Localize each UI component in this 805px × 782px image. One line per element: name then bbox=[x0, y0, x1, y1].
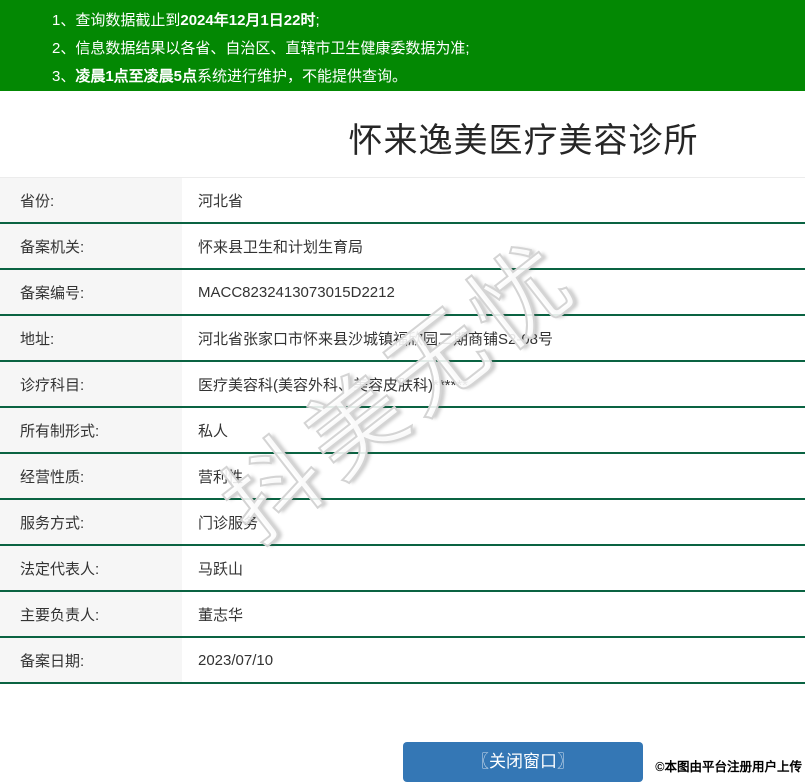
field-value: 河北省张家口市怀来县沙城镇福欣园二期商铺S2-08号 bbox=[182, 316, 805, 360]
table-row: 备案编号: MACC8232413073015D2212 bbox=[0, 270, 805, 316]
table-row: 省份: 河北省 bbox=[0, 178, 805, 224]
table-row: 服务方式: 门诊服务 bbox=[0, 500, 805, 546]
table-row: 诊疗科目: 医疗美容科(美容外科、美容皮肤科)****** bbox=[0, 362, 805, 408]
field-value: 河北省 bbox=[182, 178, 805, 222]
field-value: 董志华 bbox=[182, 592, 805, 636]
table-row: 所有制形式: 私人 bbox=[0, 408, 805, 454]
table-row: 经营性质: 营利性 bbox=[0, 454, 805, 500]
field-value: 马跃山 bbox=[182, 546, 805, 590]
field-label: 所有制形式: bbox=[0, 408, 182, 452]
notice-line: 2、信息数据结果以各省、自治区、直辖市卫生健康委数据为准; bbox=[52, 40, 470, 57]
field-value: 门诊服务 bbox=[182, 500, 805, 544]
table-row: 备案日期: 2023/07/10 bbox=[0, 638, 805, 684]
field-label: 备案日期: bbox=[0, 638, 182, 682]
field-label: 地址: bbox=[0, 316, 182, 360]
field-label: 备案机关: bbox=[0, 224, 182, 268]
field-value: 私人 bbox=[182, 408, 805, 452]
field-label: 主要负责人: bbox=[0, 592, 182, 636]
notice-banner: 1、查询数据截止到2024年12月1日22时; 2、信息数据结果以各省、自治区、… bbox=[0, 0, 805, 91]
table-row: 主要负责人: 董志华 bbox=[0, 592, 805, 638]
notice-line: 3、凌晨1点至凌晨5点系统进行维护，不能提供查询。 bbox=[52, 68, 408, 85]
field-value: MACC8232413073015D2212 bbox=[182, 270, 805, 314]
table-row: 法定代表人: 马跃山 bbox=[0, 546, 805, 592]
registration-table: 省份: 河北省 备案机关: 怀来县卫生和计划生育局 备案编号: MACC8232… bbox=[0, 177, 805, 684]
field-label: 省份: bbox=[0, 178, 182, 222]
upload-caption: ©本图由平台注册用户上传 bbox=[655, 760, 802, 774]
field-value: 2023/07/10 bbox=[182, 638, 805, 682]
field-label: 诊疗科目: bbox=[0, 362, 182, 406]
field-label: 法定代表人: bbox=[0, 546, 182, 590]
table-row: 备案机关: 怀来县卫生和计划生育局 bbox=[0, 224, 805, 270]
field-label: 经营性质: bbox=[0, 454, 182, 498]
close-window-button[interactable]: 〖关闭窗口〗 bbox=[403, 742, 643, 782]
field-label: 服务方式: bbox=[0, 500, 182, 544]
page-title: 怀来逸美医疗美容诊所 bbox=[348, 122, 699, 160]
field-label: 备案编号: bbox=[0, 270, 182, 314]
field-value: 怀来县卫生和计划生育局 bbox=[182, 224, 805, 268]
field-value: 医疗美容科(美容外科、美容皮肤科)****** bbox=[182, 362, 805, 406]
notice-line: 1、查询数据截止到2024年12月1日22时; bbox=[52, 12, 320, 29]
field-value: 营利性 bbox=[182, 454, 805, 498]
table-row: 地址: 河北省张家口市怀来县沙城镇福欣园二期商铺S2-08号 bbox=[0, 316, 805, 362]
